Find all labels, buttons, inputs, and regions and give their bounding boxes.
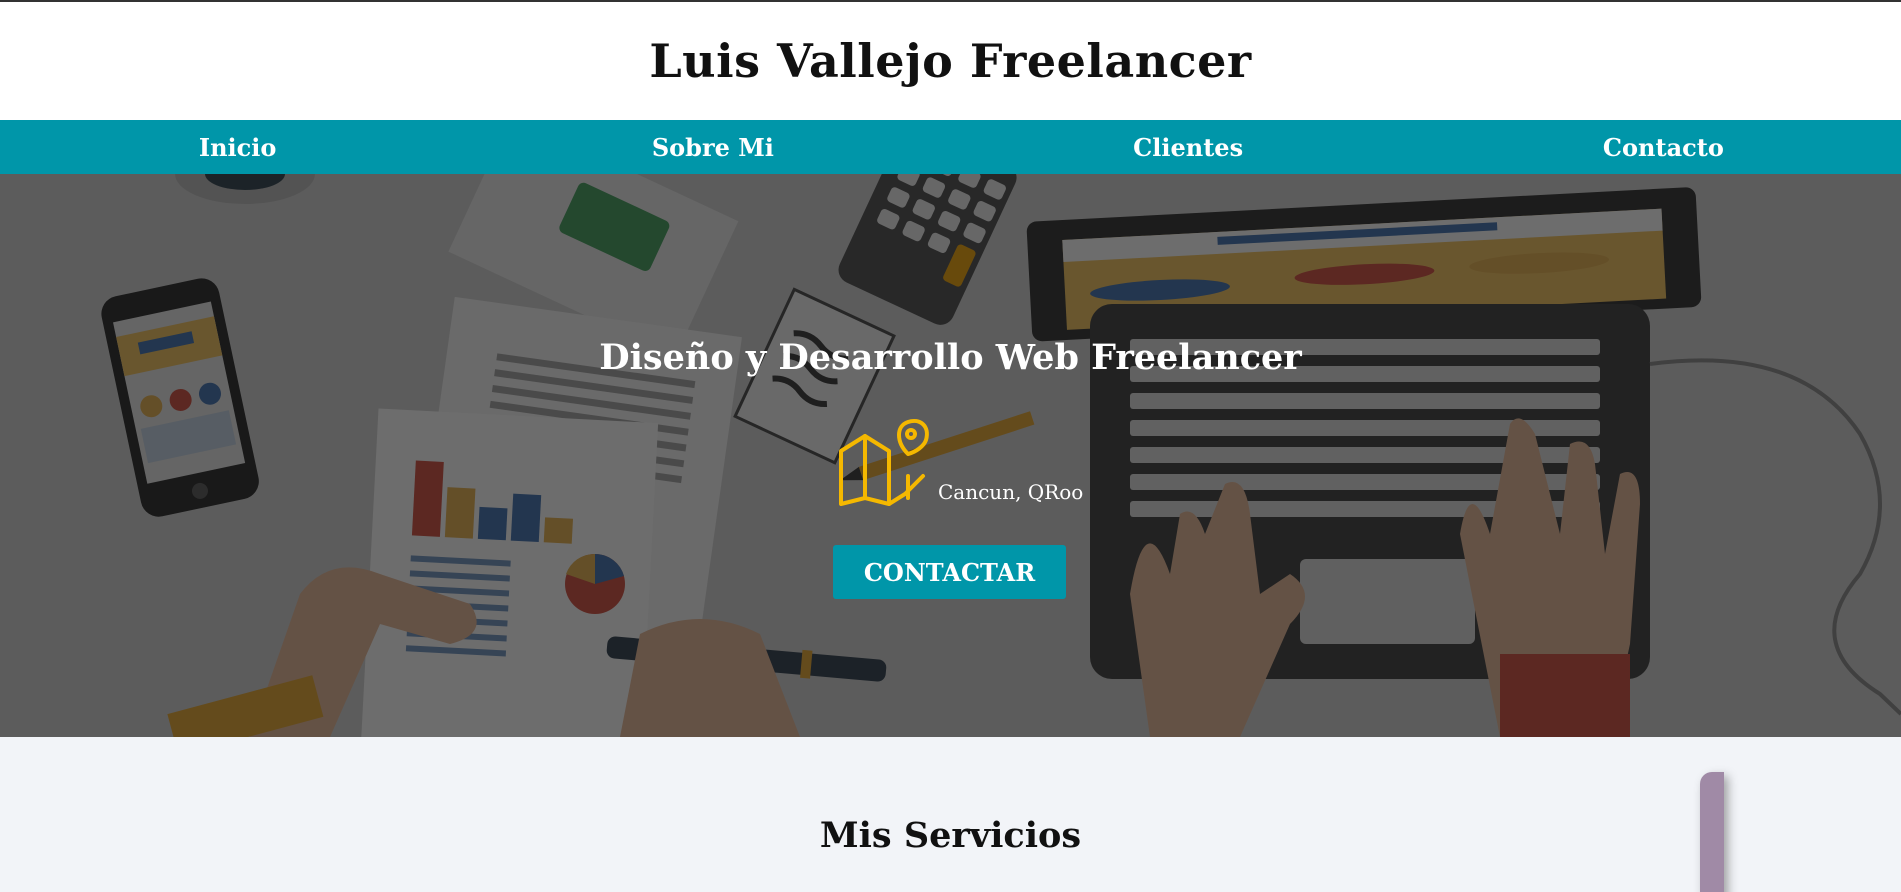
services-title: Mis Servicios [819, 815, 1082, 856]
nav-link-inicio[interactable]: Inicio [0, 120, 475, 174]
contactar-button[interactable]: CONTACTAR [833, 545, 1066, 599]
hero-content: Diseño y Desarrollo Web Freelancer Cancu… [0, 174, 1901, 737]
map-pin-icon [839, 419, 929, 506]
hero-title: Diseño y Desarrollo Web Freelancer [599, 337, 1302, 378]
nav-link-sobre-mi[interactable]: Sobre Mi [475, 120, 950, 174]
services-section: Mis Servicios [0, 737, 1901, 892]
hero-section: Diseño y Desarrollo Web Freelancer Cancu… [0, 174, 1901, 737]
location: Cancun, QRoo [838, 416, 1083, 506]
main-nav: Inicio Sobre Mi Clientes Contacto [0, 120, 1901, 174]
nav-link-clientes[interactable]: Clientes [951, 120, 1426, 174]
site-title: Luis Vallejo Freelancer [649, 34, 1252, 88]
site-header: Luis Vallejo Freelancer [0, 2, 1901, 120]
nav-link-contacto[interactable]: Contacto [1426, 120, 1901, 174]
location-text: Cancun, QRoo [938, 480, 1084, 504]
